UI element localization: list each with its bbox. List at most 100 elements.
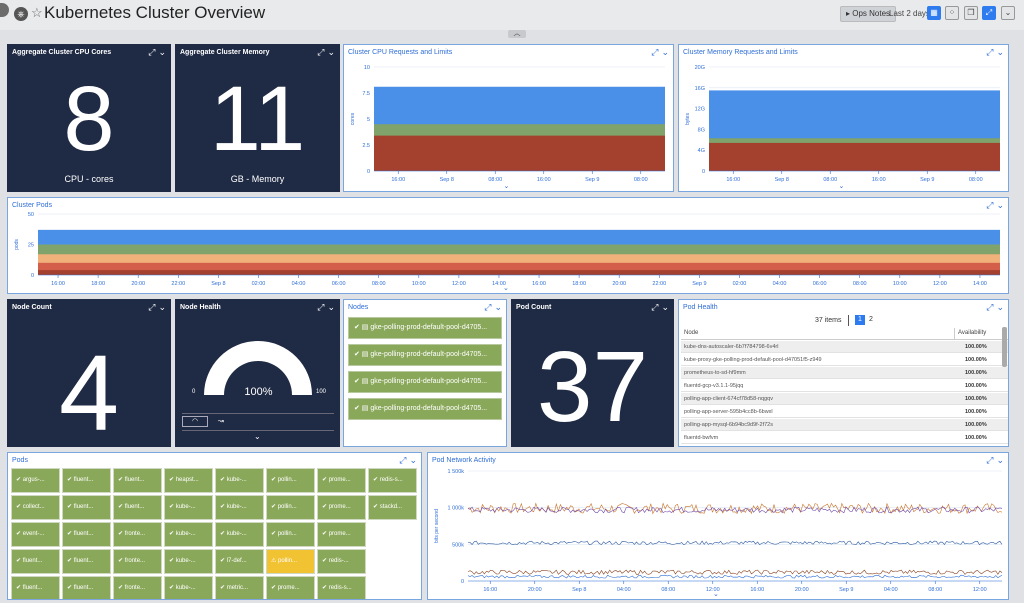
list-item[interactable]: ✔ ▤ gke-polling-prod-default-pool-d4705.…	[348, 344, 502, 366]
expand-icon: ⤢	[484, 302, 492, 312]
chevron-down-icon: ⌄	[158, 47, 166, 57]
collapse-header-button[interactable]: ︿	[508, 30, 526, 38]
calendar-icon[interactable]: ▦	[927, 6, 941, 20]
table-row[interactable]: fluentd-gcp-v3.1.1-95jqq 100.00%	[681, 380, 1008, 392]
widget-controls[interactable]: ⤢ ⌄	[314, 47, 335, 58]
widget-title: Pod Health	[683, 304, 718, 311]
widget-controls[interactable]: ⤢ ⌄	[481, 302, 502, 313]
line-series	[467, 569, 1003, 575]
chevron-down-icon[interactable]: ⌄	[503, 284, 509, 292]
pod-tile[interactable]: ✔ fluent...	[11, 549, 60, 574]
pod-tile[interactable]: ✔ collect...	[11, 495, 60, 520]
pod-tile[interactable]: ✔ pollin...	[266, 495, 315, 520]
y-tick-label: 2.5	[362, 143, 370, 149]
list-item[interactable]: ✔ ▤ gke-polling-prod-default-pool-d4705.…	[348, 398, 502, 420]
pod-tile[interactable]: ✔ fluent...	[113, 495, 162, 520]
chevron-down-icon[interactable]: ⌄	[839, 182, 845, 190]
ops-notes-button[interactable]: ▸ Ops Notes	[840, 6, 897, 22]
widget-cpu-requests: Cluster CPU Requests and Limits ⤢ ⌄ cores…	[343, 44, 674, 192]
pod-tile[interactable]: ✔ pollin...	[266, 468, 315, 493]
pod-tile[interactable]: ✔ fluent...	[113, 468, 162, 493]
pod-tile[interactable]: ✔ fronte...	[113, 522, 162, 547]
pod-tile[interactable]: ✔ event-...	[11, 522, 60, 547]
pod-tile[interactable]: ✔ fluent...	[11, 576, 60, 599]
favorite-star-icon[interactable]: ☆	[31, 5, 43, 21]
x-tick-label: 16:00	[537, 177, 551, 183]
pod-tile[interactable]: ✔ fluent...	[62, 576, 111, 599]
y-tick-label: 16G	[695, 86, 705, 92]
pod-tile[interactable]: ✔ redis-...	[317, 549, 366, 574]
widget-controls[interactable]: ⤢ ⌄	[396, 455, 417, 466]
pod-tile[interactable]: ✔ prome...	[266, 576, 315, 599]
x-tick-label: 20:00	[795, 587, 809, 593]
pod-tile[interactable]: ✔ kube-...	[215, 468, 264, 493]
table-row[interactable]: polling-app-server-595b4cc8b-6bwxl 100.00…	[681, 406, 1008, 418]
table-row[interactable]: polling-app-mysql-6b94bc9d9f-2f72s 100.00…	[681, 419, 1008, 431]
page-2-button[interactable]: 2	[869, 316, 873, 323]
widget-controls[interactable]: ⤢ ⌄	[145, 302, 166, 313]
time-range-selector[interactable]: Last 2 days	[889, 9, 930, 18]
pod-tile[interactable]: ✔ prome...	[317, 468, 366, 493]
pod-tile[interactable]: ✔ fluent...	[62, 549, 111, 574]
widget-title: Pod Count	[516, 304, 552, 311]
chevron-down-icon[interactable]: ⌄	[1001, 6, 1015, 20]
pod-tile[interactable]: ✔ fluent...	[62, 495, 111, 520]
pod-tile[interactable]: ⚠ pollin...	[266, 549, 315, 574]
pod-tile[interactable]: ✔ redis-s...	[317, 576, 366, 599]
y-tick-label: 12G	[695, 107, 705, 113]
widget-controls[interactable]: ⤢ ⌄	[983, 302, 1004, 313]
pod-tile[interactable]: ✔ l7-def...	[215, 549, 264, 574]
pod-tile[interactable]: ✔ redis-s...	[368, 468, 417, 493]
pod-tile[interactable]: ✔ fronte...	[113, 576, 162, 599]
list-item[interactable]: ✔ ▤ gke-polling-prod-default-pool-d4705.…	[348, 371, 502, 393]
table-row[interactable]: kube-proxy-gke-polling-prod-default-pool…	[681, 354, 1008, 366]
pod-tile[interactable]: ✔ prome...	[317, 522, 366, 547]
scrollbar[interactable]	[1002, 327, 1007, 367]
area-series	[374, 135, 665, 171]
x-tick-label: 16:00	[483, 587, 497, 593]
table-row[interactable]: kube-dns-autoscaler-6b7f784798-6v4rl 100.…	[681, 341, 1008, 353]
pod-tile[interactable]: ✔ fronte...	[113, 549, 162, 574]
pod-network-chart[interactable]: bits per second 0 500k 1 000k 1 500k 16:00 20:…	[428, 463, 1008, 599]
y-tick-label: 0	[367, 169, 370, 175]
pod-tile[interactable]: ✔ kube-...	[164, 576, 213, 599]
x-tick-label: 06:00	[332, 281, 346, 287]
widget-controls[interactable]: ⤢ ⌄	[648, 302, 669, 313]
pod-tile[interactable]: ✔ kube-...	[215, 522, 264, 547]
table-row[interactable]: prometheus-to-sd-hf9mm 100.00%	[681, 367, 1008, 379]
fullscreen-icon[interactable]: ⤢	[982, 6, 996, 20]
memory-value: 11	[209, 68, 306, 170]
clone-icon[interactable]: ❐	[964, 6, 978, 20]
page-1-button[interactable]: 1	[855, 315, 865, 325]
sidebar-toggle[interactable]	[0, 3, 9, 17]
sparkline-view-icon[interactable]: ↝	[218, 417, 224, 425]
table-row[interactable]: polling-app-client-674cf78d58-nqgqv 100.0…	[681, 393, 1008, 405]
list-item[interactable]: ✔ ▤ gke-polling-prod-default-pool-d4705.…	[348, 317, 502, 339]
gauge-view-icon[interactable]: ◠	[182, 416, 208, 427]
pod-tile[interactable]: ✔ heapst...	[164, 468, 213, 493]
table-row[interactable]: fluentd-bwfvm 100.00%	[681, 432, 1008, 444]
cluster-pods-chart[interactable]: pods 0 25 50 16:00 18:00 20:00 22:00 Sep 8 02:00 0…	[8, 208, 1008, 293]
pod-tile[interactable]: ✔ metric...	[215, 576, 264, 599]
pod-tile[interactable]: ✔ pollin...	[266, 522, 315, 547]
pod-tile[interactable]: ✔ argus-...	[11, 468, 60, 493]
widget-controls[interactable]: ⤢ ⌄	[145, 47, 166, 58]
x-tick-label: 20:00	[131, 281, 145, 287]
chevron-down-icon[interactable]: ⌄	[504, 182, 510, 190]
chevron-down-icon[interactable]: ⌄	[713, 590, 719, 598]
pod-tile[interactable]: ✔ kube-...	[164, 495, 213, 520]
pod-tile[interactable]: ✔ stackd...	[368, 495, 417, 520]
x-tick-label: 14:00	[973, 281, 987, 287]
pod-tile[interactable]: ✔ fluent...	[62, 522, 111, 547]
pod-tile[interactable]: ✔ prome...	[317, 495, 366, 520]
pod-tile[interactable]: ✔ kube-...	[215, 495, 264, 520]
y-axis-label: bits per second	[434, 509, 440, 543]
pod-tile[interactable]: ✔ kube-...	[164, 549, 213, 574]
pod-tile[interactable]: ✔ kube-...	[164, 522, 213, 547]
memory-requests-chart[interactable]: bytes 0 4G 8G 12G 16G 20G 16:00 Sep 8 08:00 16:00 S…	[679, 57, 1008, 191]
layout-icon[interactable]: ⁘	[945, 6, 959, 20]
chevron-down-icon[interactable]: ⌄	[254, 432, 261, 441]
cpu-requests-chart[interactable]: cores 0 2.5 5 7.5 10 16:00 Sep 8 08:00 16:00 Sep 9…	[344, 57, 673, 191]
chevron-down-icon: ⌄	[409, 455, 417, 465]
pod-tile[interactable]: ✔ fluent...	[62, 468, 111, 493]
